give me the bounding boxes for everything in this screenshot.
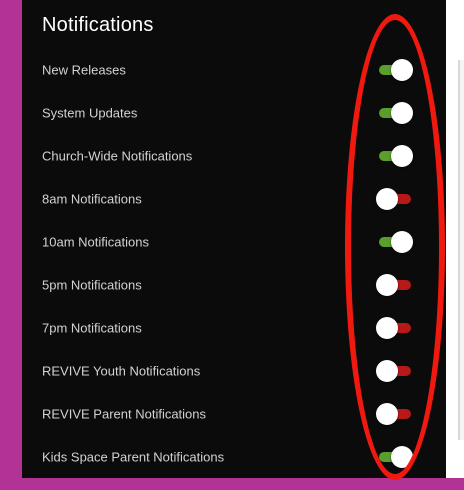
partial-panel-edge	[458, 60, 464, 440]
notification-row-system-updates: System Updates	[22, 91, 446, 134]
notification-label: System Updates	[42, 105, 138, 120]
toggle-knob	[376, 273, 398, 296]
toggle-knob	[376, 402, 398, 425]
notification-row-10am: 10am Notifications	[22, 220, 446, 263]
right-background-strip	[446, 0, 464, 478]
notification-toggle[interactable]	[376, 316, 414, 339]
notification-label: Kids Space Parent Notifications	[42, 449, 225, 464]
toggle-knob	[376, 316, 398, 339]
notification-label: 5pm Notifications	[42, 277, 142, 292]
notification-label: REVIVE Youth Notifications	[42, 363, 201, 378]
page-title: Notifications	[42, 14, 154, 36]
notification-row-kids-space-parent: Kids Space Parent Notifications	[22, 435, 446, 478]
notification-toggle[interactable]	[376, 187, 414, 210]
notification-toggle[interactable]	[376, 359, 414, 382]
toggle-knob	[391, 230, 413, 253]
notification-toggle[interactable]	[376, 273, 414, 296]
toggle-knob	[391, 445, 413, 468]
notification-toggle[interactable]	[376, 402, 414, 425]
toggle-knob	[391, 101, 413, 124]
toggle-knob	[391, 58, 413, 81]
notification-label: Church-Wide Notifications	[42, 148, 193, 163]
notification-label: New Releases	[42, 62, 126, 77]
toggle-knob	[391, 144, 413, 167]
notification-row-8am: 8am Notifications	[22, 177, 446, 220]
bottom-accent-bar	[0, 478, 464, 490]
toggle-knob	[376, 187, 398, 210]
notifications-panel: Notifications New Releases System Update…	[22, 0, 446, 478]
notification-row-new-releases: New Releases	[22, 48, 446, 91]
notification-label: REVIVE Parent Notifications	[42, 406, 207, 421]
notification-row-5pm: 5pm Notifications	[22, 263, 446, 306]
notification-row-church-wide: Church-Wide Notifications	[22, 134, 446, 177]
toggle-knob	[376, 359, 398, 382]
notification-toggle[interactable]	[376, 58, 414, 81]
notification-toggle[interactable]	[376, 445, 414, 468]
notification-toggle[interactable]	[376, 101, 414, 124]
notification-row-revive-parent: REVIVE Parent Notifications	[22, 392, 446, 435]
notification-toggle[interactable]	[376, 230, 414, 253]
notification-row-7pm: 7pm Notifications	[22, 306, 446, 349]
left-accent-bar	[0, 0, 22, 490]
notification-row-revive-youth: REVIVE Youth Notifications	[22, 349, 446, 392]
notification-label: 8am Notifications	[42, 191, 142, 206]
notification-label: 10am Notifications	[42, 234, 149, 249]
notification-toggle[interactable]	[376, 144, 414, 167]
notification-label: 7pm Notifications	[42, 320, 142, 335]
